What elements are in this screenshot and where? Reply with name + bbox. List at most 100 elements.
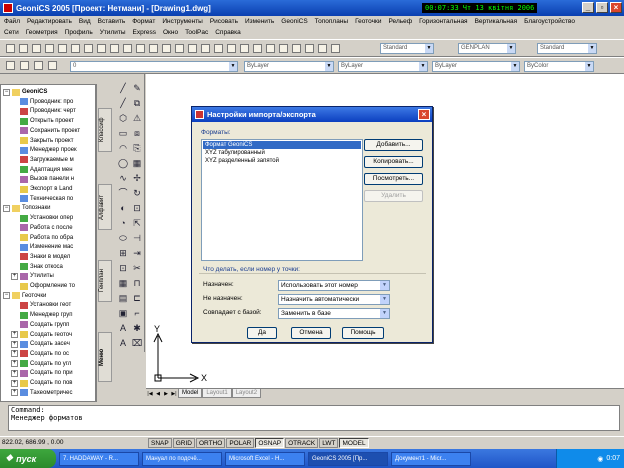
side-tab[interactable]: Классиф	[98, 108, 112, 152]
modify-tool-icon[interactable]: ✂	[131, 262, 143, 274]
menu-item[interactable]: Окно	[163, 29, 178, 36]
tree-item[interactable]: Техническая по	[11, 194, 73, 204]
tree-item[interactable]: Установки опер	[11, 213, 73, 223]
toolbar-tool-icon[interactable]	[84, 44, 93, 53]
last-tab-icon[interactable]: ▶|	[170, 390, 178, 398]
tree-item[interactable]: Менеджер проек	[11, 145, 77, 155]
draw-tool-icon[interactable]: ▭	[117, 127, 129, 139]
status-toggle[interactable]: GRID	[172, 437, 195, 448]
menu-item[interactable]: Благоустройство	[524, 18, 575, 25]
start-button[interactable]: ❖ пуск	[0, 449, 56, 468]
menu-item[interactable]: Горизонтальная	[419, 18, 467, 25]
draw-tool-icon[interactable]: A	[117, 322, 129, 334]
modify-tool-icon[interactable]: ✱	[131, 322, 143, 334]
style-combo-2[interactable]: GENPLAN ▼	[458, 43, 516, 54]
toolbar-tool-icon[interactable]	[214, 44, 223, 53]
draw-tool-icon[interactable]: ▣	[117, 307, 129, 319]
minimize-button[interactable]: _	[582, 2, 594, 13]
dialog-close-button[interactable]: ×	[418, 109, 430, 120]
taskbar-task[interactable]: Мануал по подсчё...	[142, 451, 222, 466]
modify-tool-icon[interactable]: ▦	[131, 157, 143, 169]
draw-tool-icon[interactable]: ⊡	[117, 262, 129, 274]
menu-item[interactable]: Вид	[79, 18, 91, 25]
menu-item[interactable]: GeoniCS	[281, 18, 307, 25]
tree-item[interactable]: Знак откоса	[11, 262, 63, 272]
menu-item[interactable]: Геоточки	[355, 18, 381, 25]
toolbar-tool-icon[interactable]	[19, 44, 28, 53]
toolbar-tool-icon[interactable]	[32, 44, 41, 53]
lineweight-combo[interactable]: ByLayer ▼	[432, 61, 520, 72]
formats-list[interactable]: Формат GeoniCS XYZ табулированный XYZ разд…	[201, 139, 363, 261]
taskbar-task[interactable]: Документ1 - Micr...	[391, 451, 471, 466]
status-toggle[interactable]: MODEL	[339, 437, 369, 448]
tree-item[interactable]: Адаптация мен	[11, 165, 73, 175]
collapse-icon[interactable]: −	[3, 88, 10, 96]
taskbar-task[interactable]: 7. HADDAWAY - R...	[59, 451, 139, 466]
tab-model[interactable]: Model	[178, 389, 203, 398]
draw-tool-icon[interactable]: ⬭	[117, 232, 129, 244]
draw-tool-icon[interactable]: ▦	[117, 277, 129, 289]
toolbar-tool-icon[interactable]	[279, 44, 288, 53]
toolbar-tool-icon[interactable]	[331, 44, 340, 53]
menu-item[interactable]: Утилиты	[100, 29, 126, 36]
toolbar-tool-icon[interactable]	[188, 44, 197, 53]
tree-item[interactable]: + Тахеометричес	[11, 388, 73, 398]
toolbar-tool-icon[interactable]	[6, 61, 15, 70]
toolbar-tool-icon[interactable]	[227, 44, 236, 53]
tree-item[interactable]: Менеджер груп	[11, 310, 72, 320]
linetype-combo[interactable]: ByLayer ▼	[338, 61, 428, 72]
draw-tool-icon[interactable]: ⌒	[117, 187, 129, 199]
tree-item[interactable]: + Создать по при	[11, 368, 73, 378]
menu-item[interactable]: Формат	[132, 18, 155, 25]
format-list-item[interactable]: XYZ разделенный запятой	[203, 157, 361, 165]
option-select[interactable]: Использовать этот номер ▼	[278, 280, 390, 291]
copy-button[interactable]: Копировать...	[364, 156, 423, 168]
toolbar-tool-icon[interactable]	[45, 44, 54, 53]
tree-item[interactable]: Проводник: про	[11, 97, 73, 107]
draw-tool-icon[interactable]: ╱	[117, 82, 129, 94]
tree-item[interactable]: Вызов панели н	[11, 174, 74, 184]
tree-item[interactable]: Оформление то	[11, 281, 75, 291]
menu-item[interactable]: Вертикальная	[475, 18, 518, 25]
color-combo[interactable]: ByLayer ▼	[244, 61, 334, 72]
toolbar-tool-icon[interactable]	[58, 44, 67, 53]
modify-tool-icon[interactable]: ⊣	[131, 232, 143, 244]
style-combo-3[interactable]: Standard ▼	[537, 43, 597, 54]
tree-item[interactable]: Работа по обра	[11, 233, 73, 243]
toolbar-tool-icon[interactable]	[253, 44, 262, 53]
tray-icon[interactable]: ◉	[597, 455, 603, 463]
modify-tool-icon[interactable]: ⇥	[131, 247, 143, 259]
draw-tool-icon[interactable]: ∿	[117, 172, 129, 184]
side-tab[interactable]: Генплан	[98, 260, 112, 302]
draw-tool-icon[interactable]: ▤	[117, 292, 129, 304]
draw-tool-icon[interactable]: ⊞	[117, 247, 129, 259]
status-toggle[interactable]: ORTHO	[195, 437, 226, 448]
draw-tool-icon[interactable]: A	[117, 337, 129, 349]
maximize-button[interactable]: ▫	[596, 2, 608, 13]
cancel-button[interactable]: Отмена	[291, 327, 331, 339]
status-toggle[interactable]: OTRACK	[285, 437, 319, 448]
option-select[interactable]: Назначить автоматически ▼	[278, 294, 390, 305]
collapse-icon[interactable]: −	[3, 204, 10, 212]
menu-item[interactable]: Геометрия	[26, 29, 58, 36]
toolbar-tool-icon[interactable]	[240, 44, 249, 53]
menu-item[interactable]: Справка	[215, 29, 241, 36]
tree-item[interactable]: − Топознаки	[3, 203, 50, 213]
draw-tool-icon[interactable]: ◠	[117, 142, 129, 154]
delete-button[interactable]: Удалить	[364, 190, 423, 202]
tab-layout2[interactable]: Layout2	[231, 389, 262, 398]
expand-icon[interactable]: +	[11, 379, 18, 387]
menu-item[interactable]: Express	[133, 29, 156, 36]
taskbar-task[interactable]: GeoniCS 2005 [Пр...	[308, 451, 388, 466]
menu-item[interactable]: Профиль	[65, 29, 93, 36]
tree-item[interactable]: Установки геот	[11, 300, 71, 310]
add-button[interactable]: Добавить...	[364, 139, 423, 151]
layer-combo[interactable]: 0 ▼	[70, 61, 238, 72]
tree-item[interactable]: + Утилиты	[11, 271, 54, 281]
toolbar-tool-icon[interactable]	[123, 44, 132, 53]
taskbar-task[interactable]: Microsoft Excel - H...	[225, 451, 305, 466]
expand-icon[interactable]: +	[11, 331, 18, 338]
format-list-item[interactable]: Формат GeoniCS	[203, 141, 361, 149]
toolbar-tool-icon[interactable]	[266, 44, 275, 53]
status-toggle[interactable]: SNAP	[148, 437, 172, 448]
